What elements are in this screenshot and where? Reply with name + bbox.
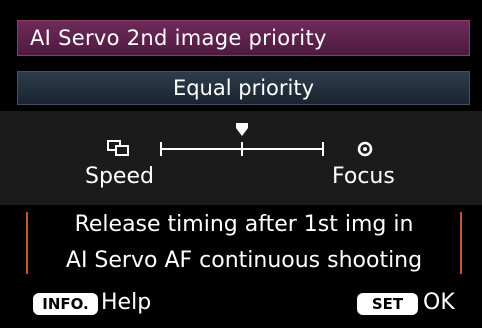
menu-screen: AI Servo 2nd image priority Equal priori… <box>0 0 482 328</box>
pointer-triangle-icon <box>236 123 248 136</box>
selected-mode-label: Equal priority <box>172 76 315 100</box>
set-button[interactable]: SET <box>357 293 418 315</box>
ok-label: OK <box>423 290 455 315</box>
help-label: Help <box>101 290 152 315</box>
scale-label-focus: Focus <box>332 164 395 189</box>
description-line-2: AI Servo AF continuous shooting <box>65 248 423 273</box>
scale-label-speed: Speed <box>85 164 154 189</box>
description-line-1: Release timing after 1st img in <box>74 212 414 237</box>
info-badge-label: INFO. <box>42 295 89 313</box>
focus-target-icon <box>357 141 373 157</box>
speed-frames-icon <box>107 140 129 156</box>
info-button[interactable]: INFO. <box>33 293 98 315</box>
priority-scale[interactable] <box>0 111 482 205</box>
menu-title-bar: AI Servo 2nd image priority <box>17 20 470 56</box>
menu-title: AI Servo 2nd image priority <box>30 26 327 50</box>
set-badge-label: SET <box>371 295 404 313</box>
mode-selector[interactable]: Equal priority <box>17 71 470 105</box>
description-box: Release timing after 1st img in AI Servo… <box>26 208 462 278</box>
footer-bar: INFO. Help SET OK <box>0 285 482 328</box>
